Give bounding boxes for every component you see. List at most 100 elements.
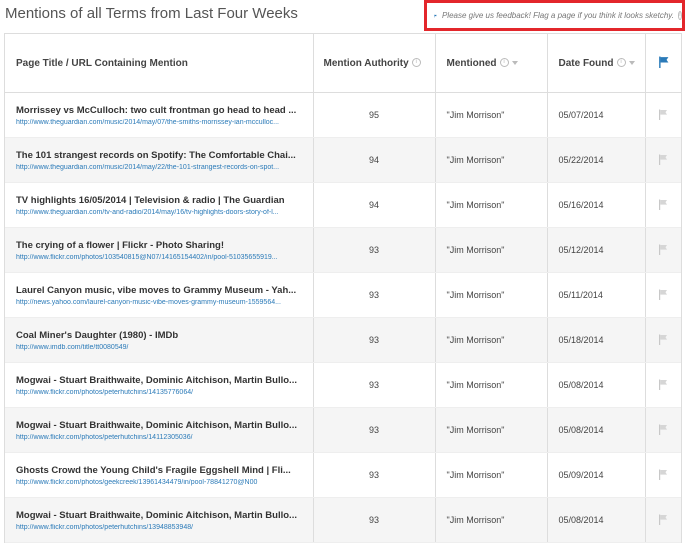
date-cell: 05/08/2014: [547, 408, 645, 453]
row-url-link[interactable]: http://www.flickr.com/photos/peterhutchi…: [16, 389, 302, 396]
row-title[interactable]: The crying of a flower | Flickr - Photo …: [16, 240, 302, 251]
info-icon[interactable]: i: [617, 58, 626, 67]
flag-icon[interactable]: [658, 379, 668, 390]
page-cell: Mogwai - Stuart Braithwaite, Dominic Ait…: [5, 363, 313, 408]
row-url-link[interactable]: http://www.imdb.com/title/tt0080549/: [16, 344, 302, 351]
authority-cell: 93: [313, 273, 435, 318]
row-url-link[interactable]: http://www.theguardian.com/music/2014/ma…: [16, 164, 302, 171]
row-url-link[interactable]: http://news.yahoo.com/laurel-canyon-musi…: [16, 299, 302, 306]
date-cell: 05/16/2014: [547, 183, 645, 228]
flag-cell: [645, 183, 681, 228]
flag-cell: [645, 408, 681, 453]
flag-icon[interactable]: [658, 334, 668, 345]
flag-cell: [645, 363, 681, 408]
info-icon[interactable]: i: [500, 58, 509, 67]
date-cell: 05/07/2014: [547, 93, 645, 138]
flag-icon[interactable]: [658, 199, 668, 210]
info-icon[interactable]: i: [412, 58, 421, 67]
flag-icon[interactable]: [658, 154, 668, 165]
column-header-authority[interactable]: Mention Authorityi: [313, 34, 435, 93]
column-header-flag[interactable]: [645, 34, 681, 93]
row-title[interactable]: Laurel Canyon music, vibe moves to Gramm…: [16, 285, 302, 296]
authority-cell: 93: [313, 363, 435, 408]
column-header-mentioned[interactable]: Mentionedi: [435, 34, 547, 93]
mentioned-cell: "Jim Morrison": [435, 228, 547, 273]
flag-cell: [645, 453, 681, 498]
page-cell: Ghosts Crowd the Young Child's Fragile E…: [5, 453, 313, 498]
table-row: The crying of a flower | Flickr - Photo …: [5, 228, 681, 273]
date-cell: 05/08/2014: [547, 363, 645, 408]
flag-cell: [645, 138, 681, 183]
row-url-link[interactable]: http://www.flickr.com/photos/peterhutchi…: [16, 434, 302, 441]
mentions-table-container: Page Title / URL Containing Mention Ment…: [4, 33, 682, 543]
table-row: TV highlights 16/05/2014 | Television & …: [5, 183, 681, 228]
authority-cell: 93: [313, 453, 435, 498]
mentioned-cell: "Jim Morrison": [435, 183, 547, 228]
row-title[interactable]: Coal Miner's Daughter (1980) - IMDb: [16, 330, 302, 341]
date-cell: 05/08/2014: [547, 498, 645, 543]
authority-cell: 93: [313, 408, 435, 453]
feedback-text: Please give us feedback! Flag a page if …: [442, 11, 674, 20]
date-cell: 05/22/2014: [547, 138, 645, 183]
mentioned-cell: "Jim Morrison": [435, 138, 547, 183]
row-title[interactable]: Ghosts Crowd the Young Child's Fragile E…: [16, 465, 302, 476]
table-row: Mogwai - Stuart Braithwaite, Dominic Ait…: [5, 408, 681, 453]
row-url-link[interactable]: http://www.theguardian.com/tv-and-radio/…: [16, 209, 302, 216]
mentioned-cell: "Jim Morrison": [435, 273, 547, 318]
authority-cell: 93: [313, 228, 435, 273]
page-title: Mentions of all Terms from Last Four Wee…: [5, 5, 298, 22]
mentioned-cell: "Jim Morrison": [435, 363, 547, 408]
table-row: Mogwai - Stuart Braithwaite, Dominic Ait…: [5, 363, 681, 408]
table-row: Coal Miner's Daughter (1980) - IMDb http:…: [5, 318, 681, 363]
page-cell: The 101 strangest records on Spotify: Th…: [5, 138, 313, 183]
mentioned-cell: "Jim Morrison": [435, 453, 547, 498]
flag-icon[interactable]: [658, 289, 668, 300]
row-title[interactable]: Mogwai - Stuart Braithwaite, Dominic Ait…: [16, 375, 302, 386]
row-title[interactable]: Morrissey vs McCulloch: two cult frontma…: [16, 105, 302, 116]
column-header-date[interactable]: Date Foundi: [547, 34, 645, 93]
page-cell: TV highlights 16/05/2014 | Television & …: [5, 183, 313, 228]
feedback-banner: Please give us feedback! Flag a page if …: [424, 0, 685, 31]
row-url-link[interactable]: http://www.flickr.com/photos/peterhutchi…: [16, 524, 302, 531]
row-title[interactable]: The 101 strangest records on Spotify: Th…: [16, 150, 302, 161]
page-cell: Mogwai - Stuart Braithwaite, Dominic Ait…: [5, 408, 313, 453]
sort-caret-icon[interactable]: [512, 61, 518, 65]
row-url-link[interactable]: http://www.theguardian.com/music/2014/ma…: [16, 119, 302, 126]
flag-cell: [645, 318, 681, 363]
table-row: Ghosts Crowd the Young Child's Fragile E…: [5, 453, 681, 498]
mentioned-cell: "Jim Morrison": [435, 408, 547, 453]
mentions-table: Page Title / URL Containing Mention Ment…: [5, 34, 681, 543]
page-cell: Coal Miner's Daughter (1980) - IMDb http:…: [5, 318, 313, 363]
info-icon[interactable]: i: [678, 11, 682, 20]
flag-cell: [645, 93, 681, 138]
date-cell: 05/18/2014: [547, 318, 645, 363]
date-cell: 05/11/2014: [547, 273, 645, 318]
flag-icon[interactable]: [658, 109, 668, 120]
table-row: Mogwai - Stuart Braithwaite, Dominic Ait…: [5, 498, 681, 543]
flag-cell: [645, 498, 681, 543]
row-title[interactable]: Mogwai - Stuart Braithwaite, Dominic Ait…: [16, 420, 302, 431]
page-cell: Morrissey vs McCulloch: two cult frontma…: [5, 93, 313, 138]
flag-icon[interactable]: [658, 56, 669, 68]
flag-cell: [645, 273, 681, 318]
mentioned-cell: "Jim Morrison": [435, 498, 547, 543]
authority-cell: 93: [313, 318, 435, 363]
flag-icon[interactable]: [658, 424, 668, 435]
authority-cell: 93: [313, 498, 435, 543]
row-title[interactable]: Mogwai - Stuart Braithwaite, Dominic Ait…: [16, 510, 302, 521]
row-url-link[interactable]: http://www.flickr.com/photos/geekcreek/1…: [16, 479, 302, 486]
flag-icon[interactable]: [658, 244, 668, 255]
flag-icon[interactable]: [658, 514, 668, 525]
sort-caret-icon[interactable]: [629, 61, 635, 65]
table-row: Morrissey vs McCulloch: two cult frontma…: [5, 93, 681, 138]
flag-icon[interactable]: [658, 469, 668, 480]
authority-cell: 94: [313, 183, 435, 228]
column-header-page[interactable]: Page Title / URL Containing Mention: [5, 34, 313, 93]
page-cell: The crying of a flower | Flickr - Photo …: [5, 228, 313, 273]
authority-cell: 94: [313, 138, 435, 183]
row-title[interactable]: TV highlights 16/05/2014 | Television & …: [16, 195, 302, 206]
date-cell: 05/09/2014: [547, 453, 645, 498]
row-url-link[interactable]: http://www.flickr.com/photos/103540815@N…: [16, 254, 302, 261]
mentioned-cell: "Jim Morrison": [435, 93, 547, 138]
mentioned-cell: "Jim Morrison": [435, 318, 547, 363]
